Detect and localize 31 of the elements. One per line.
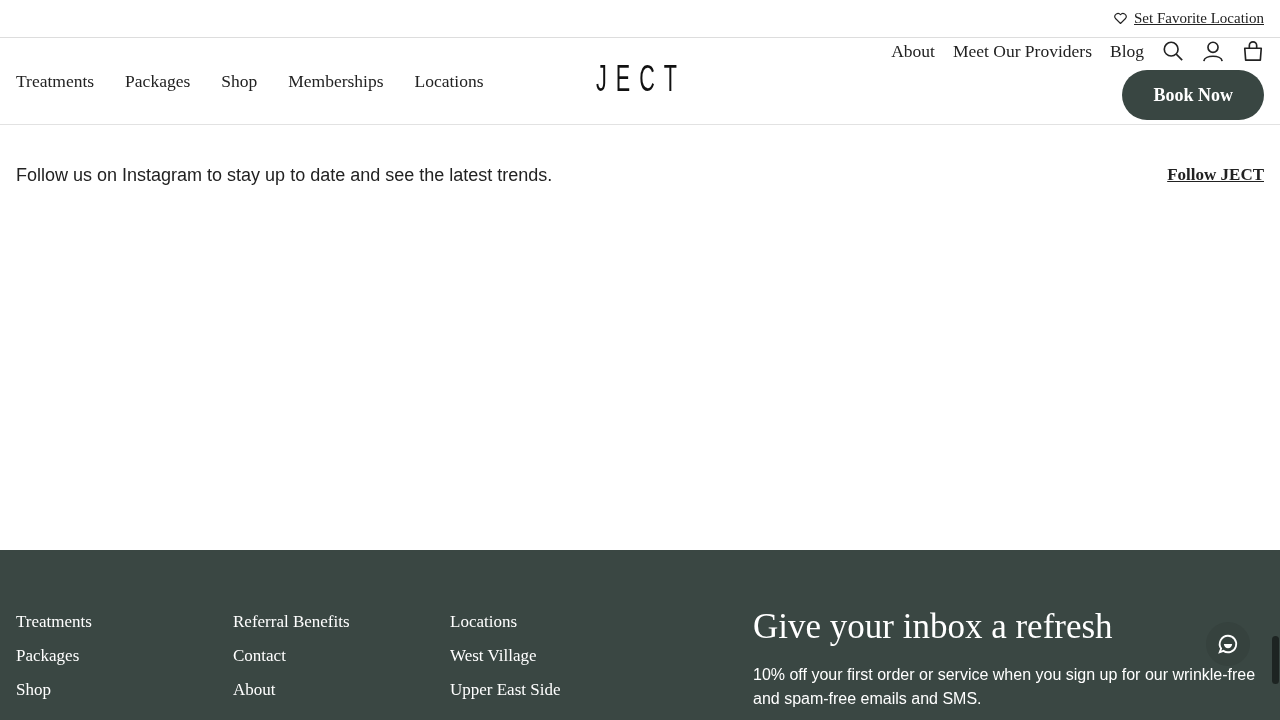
footer-link[interactable]: Referral Benefits: [233, 610, 450, 634]
account-icon[interactable]: [1202, 40, 1224, 62]
newsletter-title: Give your inbox a refresh: [753, 607, 1113, 647]
nav-link[interactable]: Shop: [221, 70, 258, 92]
footer-link[interactable]: Locations: [450, 610, 667, 634]
instagram-text: Follow us on Instagram to stay up to date and see the latest trends.: [16, 165, 553, 186]
nav-link[interactable]: Meet Our Providers: [952, 40, 1092, 62]
footer-link[interactable]: Packages: [16, 644, 233, 668]
newsletter-text: 10% off your first order or service when you sign up for our wrinkle-free and spam-free emails and SMS.: [753, 665, 1257, 709]
scrollbar[interactable]: [1272, 636, 1279, 684]
nav-link[interactable]: Locations: [414, 70, 484, 92]
footer-link[interactable]: Shop: [16, 678, 233, 702]
nav-link[interactable]: Treatments: [16, 70, 95, 92]
search-icon[interactable]: [1162, 40, 1184, 62]
favorite-location-link[interactable]: Set Favorite Location: [1113, 10, 1264, 27]
nav-link[interactable]: Blog: [1109, 40, 1144, 62]
nav-link[interactable]: Packages: [125, 70, 191, 92]
footer-link[interactable]: Treatments: [16, 610, 233, 634]
chat-bubble-icon: [1217, 633, 1239, 655]
footer-link[interactable]: West Village: [450, 644, 667, 668]
chat-button[interactable]: [1206, 622, 1250, 666]
nav-link[interactable]: Memberships: [288, 70, 384, 92]
book-now-button[interactable]: Book Now: [1122, 70, 1264, 120]
follow-link[interactable]: Follow JECT: [1167, 165, 1264, 185]
logo[interactable]: JECT: [596, 58, 686, 100]
footer-link[interactable]: Upper East Side: [450, 678, 667, 702]
footer-link[interactable]: About: [233, 678, 450, 702]
heart-icon: [1113, 11, 1129, 26]
footer-link[interactable]: Contact: [233, 644, 450, 668]
nav-link[interactable]: About: [891, 40, 935, 62]
bag-icon[interactable]: [1242, 40, 1264, 62]
